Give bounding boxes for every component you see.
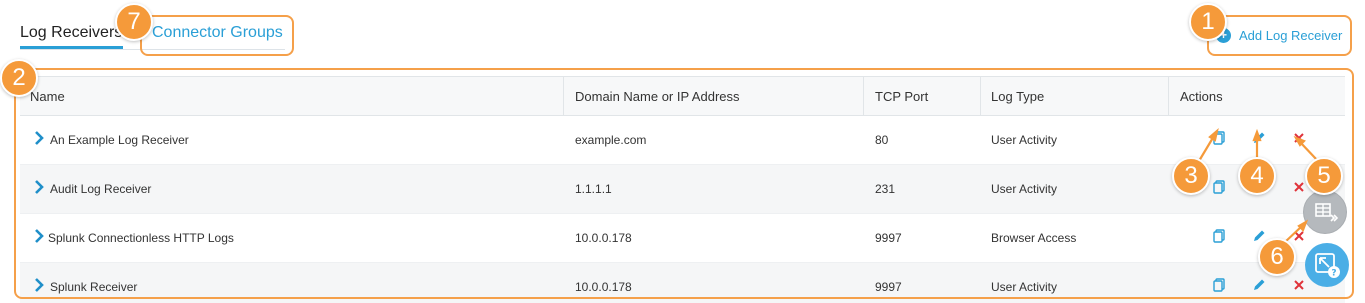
callout-badge-7: 7 [115, 3, 153, 41]
callout-badge-3: 3 [1172, 157, 1210, 195]
callout-badge-2: 2 [0, 59, 38, 97]
callout-badge-1: 1 [1189, 3, 1227, 41]
callout-badge-4: 4 [1238, 157, 1276, 195]
callout-badge-6: 6 [1258, 238, 1296, 276]
callout-pointers [1195, 128, 1318, 244]
callout-badge-5: 5 [1305, 157, 1343, 195]
